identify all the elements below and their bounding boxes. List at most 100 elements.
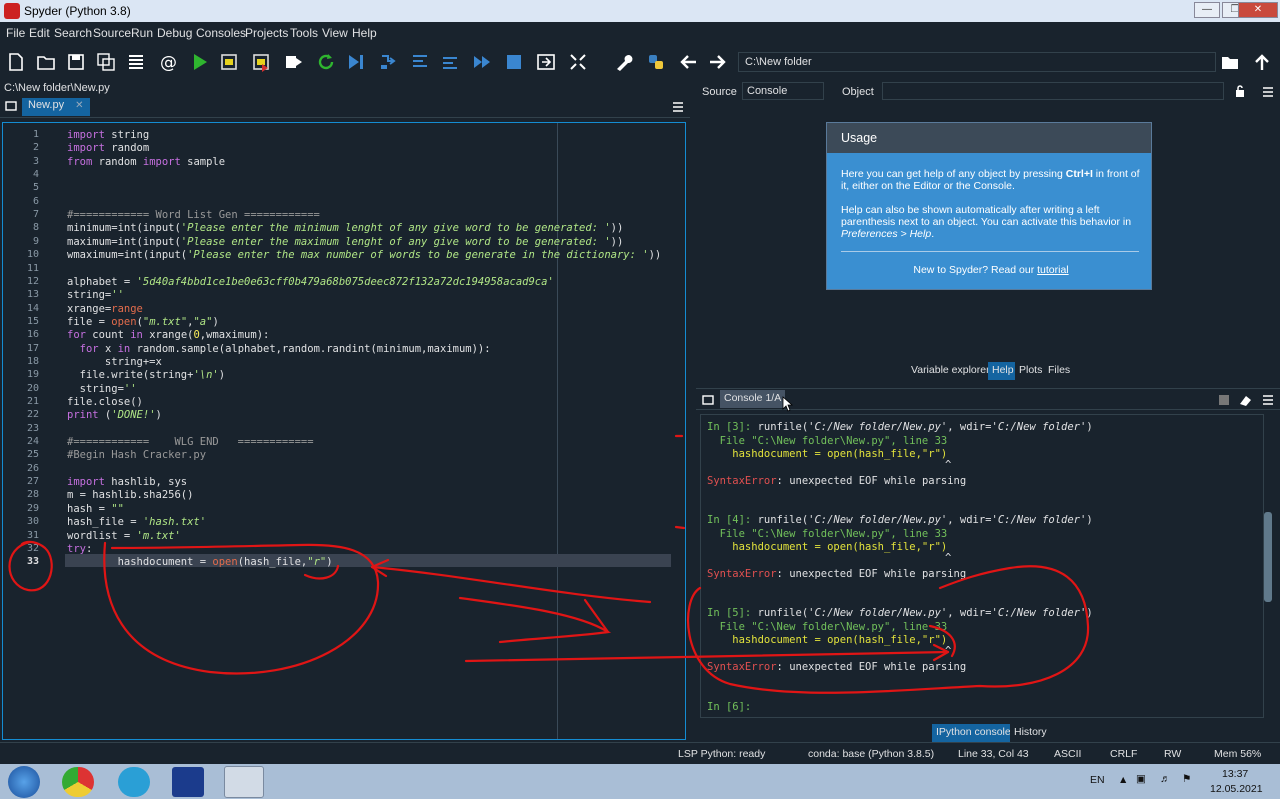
menu-file[interactable]: File: [6, 26, 25, 40]
tab-files[interactable]: Files: [1044, 362, 1075, 380]
language-indicator[interactable]: EN: [1090, 774, 1105, 786]
flag-icon[interactable]: ⚑: [1182, 773, 1191, 785]
console-options-icon[interactable]: [1262, 394, 1274, 406]
menu-projects[interactable]: Projects: [245, 26, 288, 40]
run-cell-advance-icon[interactable]: [252, 52, 272, 72]
debug-icon[interactable]: [346, 52, 366, 72]
traceback-caret: ^: [945, 552, 952, 564]
line-number: 1: [32, 129, 39, 140]
menu-view[interactable]: View: [322, 26, 348, 40]
editor-options-icon[interactable]: [672, 101, 684, 113]
line-number: 5: [32, 182, 39, 194]
tab-ipython-console[interactable]: IPython console: [932, 724, 1015, 742]
floppy-app-icon[interactable]: [172, 767, 204, 797]
console-tab[interactable]: Console 1/A: [720, 390, 786, 408]
source-combo[interactable]: Console: [742, 82, 824, 100]
save-all-icon[interactable]: [96, 52, 116, 72]
tab-history[interactable]: History: [1010, 724, 1051, 742]
list-icon[interactable]: [126, 52, 146, 72]
clock-time[interactable]: 13:37: [1222, 768, 1248, 780]
svg-text:@: @: [160, 53, 177, 72]
browse-tabs-icon[interactable]: [5, 100, 17, 112]
traceback-file-line: File "C:\New folder\New.py", line 33: [707, 434, 948, 447]
step-into-icon[interactable]: [410, 52, 430, 72]
browse-folder-icon[interactable]: [1220, 52, 1240, 72]
new-file-icon[interactable]: [6, 52, 26, 72]
tab-help[interactable]: Help: [988, 362, 1018, 380]
back-arrow-icon[interactable]: [678, 52, 698, 72]
tray-monitor-icon[interactable]: ▣: [1136, 773, 1146, 785]
status-mode: RW: [1164, 748, 1182, 760]
stop-icon[interactable]: [504, 52, 524, 72]
menu-source[interactable]: Source: [93, 26, 131, 40]
code-line: string='': [67, 382, 137, 395]
code-line: file.close(): [67, 396, 143, 408]
menu-tools[interactable]: Tools: [290, 26, 318, 40]
stop-kernel-icon[interactable]: [1218, 394, 1230, 406]
status-position: Line 33, Col 43: [958, 748, 1029, 760]
run-selection-icon[interactable]: [284, 52, 304, 72]
tab-variable-explorer[interactable]: Variable explorer: [907, 362, 994, 380]
menu-consoles[interactable]: Consoles: [196, 26, 246, 40]
code-line: wordlist = 'm.txt': [67, 529, 181, 542]
usage-divider: [841, 251, 1139, 252]
ipython-console[interactable]: In [3]: runfile('C:/New folder/New.py', …: [700, 414, 1264, 718]
parent-dir-icon[interactable]: [1252, 52, 1272, 72]
editor-file-path: C:\New folder\New.py: [4, 82, 110, 94]
eraser-icon[interactable]: [1238, 394, 1252, 406]
menu-search[interactable]: Search: [54, 26, 92, 40]
usage-footer: New to Spyder? Read our tutorial: [913, 264, 1069, 276]
line-number-gutter: 1 2 3 4 5 6 7 8 9 10 11 12 13 14 15 16 17 18 19 20 21 22 23 24 2…: [3, 123, 61, 739]
tab-new-py[interactable]: New.py ✕: [22, 98, 90, 116]
menu-run[interactable]: Run: [131, 26, 153, 40]
run-cell-icon[interactable]: [220, 52, 240, 72]
menu-edit[interactable]: Edit: [29, 26, 50, 40]
tray-arrow-icon[interactable]: ▲: [1118, 774, 1128, 786]
forward-arrow-icon[interactable]: [708, 52, 728, 72]
traceback-file-line: File "C:\New folder\New.py", line 33: [707, 527, 948, 540]
tab-plots[interactable]: Plots: [1015, 362, 1047, 380]
source-label: Source: [702, 86, 737, 98]
console-scrollbar[interactable]: [1264, 420, 1272, 710]
fullscreen-icon[interactable]: [568, 52, 588, 72]
code-editor[interactable]: 1 2 3 4 5 6 7 8 9 10 11 12 13 14 15 16 17 18 19 20 21 22 23 24 2…: [2, 122, 686, 740]
python-icon[interactable]: [646, 52, 666, 72]
start-button-icon[interactable]: [8, 766, 40, 798]
step-icon[interactable]: [378, 52, 398, 72]
reload-icon[interactable]: [316, 52, 336, 72]
volume-icon[interactable]: ♬: [1160, 773, 1171, 785]
open-file-icon[interactable]: [36, 52, 56, 72]
line-number: 13: [26, 289, 39, 301]
save-icon[interactable]: [66, 52, 86, 72]
step-return-icon[interactable]: [440, 52, 460, 72]
windows-taskbar: EN ▲ ▣ ♬ ⚑ 13:37 12.05.2021: [0, 764, 1280, 799]
tutorial-link[interactable]: tutorial: [1037, 264, 1069, 276]
close-button[interactable]: ✕: [1238, 2, 1278, 18]
code-line: maximum=int(input('Please enter the maxi…: [67, 235, 624, 248]
menu-debug[interactable]: Debug: [157, 26, 192, 40]
spyder-taskbar-icon[interactable]: [224, 766, 264, 798]
chrome-icon[interactable]: [62, 767, 94, 797]
console-input-line: In [4]: runfile('C:/New folder/New.py', …: [707, 514, 1093, 526]
tab-close-icon[interactable]: ✕: [75, 100, 83, 111]
console-browse-tabs-icon[interactable]: [702, 394, 714, 406]
working-directory-input[interactable]: C:\New folder: [738, 52, 1216, 72]
clock-date[interactable]: 12.05.2021: [1210, 783, 1263, 795]
line-number: 23: [26, 422, 39, 434]
at-icon[interactable]: @: [158, 52, 178, 72]
mouse-cursor-icon: [782, 396, 794, 412]
lock-icon[interactable]: [1234, 84, 1246, 98]
object-combo[interactable]: [882, 82, 1224, 100]
minimize-button[interactable]: —: [1194, 2, 1220, 18]
code-line: for count in xrange(0,wmaximum):: [67, 329, 270, 342]
telegram-icon[interactable]: [118, 767, 150, 797]
wrench-icon[interactable]: [614, 52, 634, 72]
continue-icon[interactable]: [472, 52, 492, 72]
menu-help[interactable]: Help: [352, 26, 377, 40]
help-options-icon[interactable]: [1262, 86, 1274, 98]
maximize-pane-icon[interactable]: [536, 52, 556, 72]
code-line: try:: [67, 542, 93, 555]
run-icon[interactable]: [190, 52, 210, 72]
code-line: file.write(string+'\n'): [67, 369, 226, 382]
scrollbar-thumb[interactable]: [1264, 512, 1272, 602]
